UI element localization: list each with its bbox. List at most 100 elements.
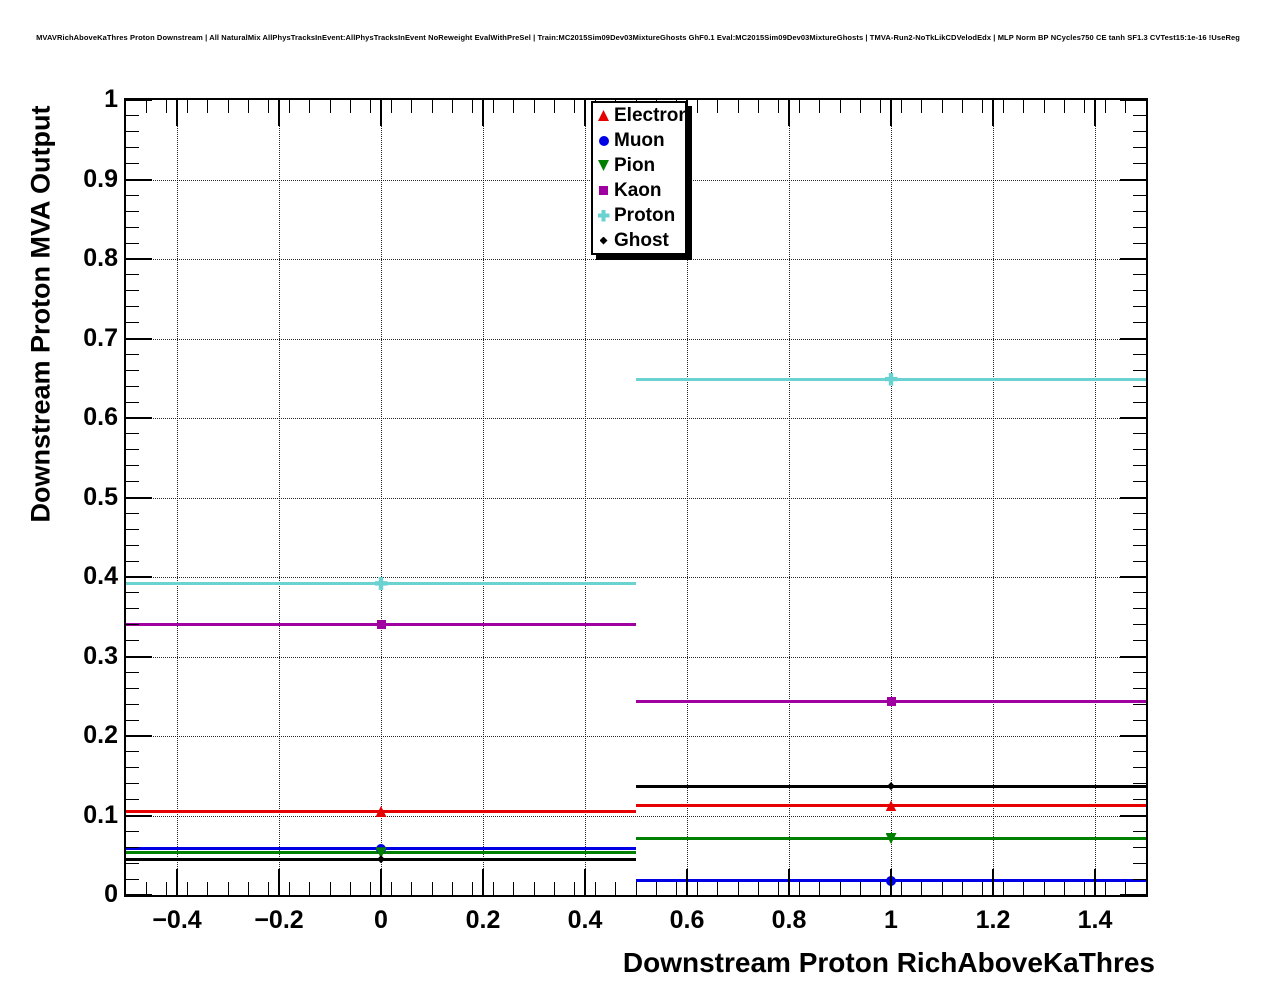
legend-row: Proton — [593, 203, 685, 228]
x-tick-top — [248, 100, 249, 113]
x-tick — [380, 869, 382, 895]
y-tick — [126, 751, 139, 752]
y-tick — [126, 497, 152, 499]
y-tick-right — [1133, 163, 1146, 164]
y-tick — [126, 179, 152, 181]
legend-row: Electron — [593, 103, 685, 128]
x-tick-top — [289, 100, 290, 113]
x-tick — [942, 882, 943, 895]
y-tick — [126, 99, 152, 101]
x-tick-top — [1003, 100, 1004, 113]
y-tick-right — [1133, 290, 1146, 291]
x-tick-top — [432, 100, 433, 113]
y-tick-right — [1133, 767, 1146, 768]
x-tick — [1064, 882, 1065, 895]
x-tick — [370, 882, 371, 895]
y-tick — [126, 688, 139, 689]
y-tick — [126, 147, 139, 148]
x-tick — [228, 882, 229, 895]
x-tick — [1084, 882, 1085, 895]
y-tick — [126, 163, 139, 164]
root-canvas: { "header": { "title": "MVAVRichAboveKaT… — [0, 0, 1276, 996]
x-tick — [309, 882, 310, 895]
y-tick-right — [1133, 751, 1146, 752]
x-tick — [248, 882, 249, 895]
x-tick-top — [880, 100, 881, 113]
legend-row: Kaon — [593, 178, 685, 203]
x-tick — [411, 882, 412, 895]
x-tick-label: 0.4 — [568, 906, 603, 935]
legend-label: Pion — [614, 156, 655, 175]
x-tick — [268, 882, 269, 895]
y-tick-label: 0 — [38, 880, 118, 909]
legend-label: Ghost — [614, 231, 669, 250]
x-tick-top — [860, 100, 861, 113]
x-tick-top — [738, 100, 739, 113]
marker-proton — [375, 577, 388, 590]
x-tick — [1094, 869, 1096, 895]
legend-marker-proton — [598, 210, 610, 222]
x-tick — [676, 882, 677, 895]
plot-title: MVAVRichAboveKaThres Proton Downstream |… — [0, 33, 1276, 42]
x-tick — [880, 882, 881, 895]
x-tick-top — [370, 100, 371, 113]
marker-ghost — [377, 855, 385, 863]
v-gridline — [687, 100, 688, 895]
y-tick — [126, 624, 139, 625]
y-tick-right — [1120, 815, 1146, 817]
y-tick-right — [1120, 179, 1146, 181]
x-tick-top — [584, 100, 586, 126]
x-tick-label: 0.6 — [670, 906, 705, 935]
y-tick-label: 0.2 — [38, 721, 118, 750]
y-tick-right — [1133, 783, 1146, 784]
y-tick-right — [1133, 608, 1146, 609]
x-tick-top — [411, 100, 412, 113]
y-tick — [126, 338, 152, 340]
x-tick-top — [942, 100, 943, 113]
y-tick-right — [1133, 799, 1146, 800]
x-tick — [890, 869, 892, 895]
y-tick — [126, 529, 139, 530]
y-tick-right — [1133, 449, 1146, 450]
x-tick-top — [819, 100, 820, 113]
x-tick — [350, 882, 351, 895]
y-tick — [126, 402, 139, 403]
x-tick-label: 0 — [374, 906, 388, 935]
y-tick-right — [1133, 513, 1146, 514]
y-tick — [126, 815, 152, 817]
y-tick — [126, 449, 139, 450]
x-tick — [1044, 882, 1045, 895]
x-tick-top — [1023, 100, 1024, 113]
marker-proton — [885, 373, 898, 386]
x-tick-label: 0.8 — [772, 906, 807, 935]
x-tick-top — [921, 100, 922, 113]
v-gridline — [381, 100, 382, 895]
legend-marker-cell — [593, 160, 614, 171]
x-tick — [574, 882, 575, 895]
y-tick — [126, 879, 139, 880]
v-gridline — [993, 100, 994, 895]
y-tick-right — [1133, 481, 1146, 482]
x-tick-top — [901, 100, 902, 113]
v-gridline — [177, 100, 178, 895]
y-tick — [126, 592, 139, 593]
x-tick-top — [840, 100, 841, 113]
y-tick — [126, 783, 139, 784]
x-tick-label: 1.4 — [1078, 906, 1113, 935]
y-tick — [126, 211, 139, 212]
y-tick-label: 0.3 — [38, 642, 118, 671]
x-tick-label: 0.2 — [466, 906, 501, 935]
y-tick-right — [1133, 704, 1146, 705]
y-tick-right — [1120, 656, 1146, 658]
y-tick — [126, 370, 139, 371]
v-gridline — [279, 100, 280, 895]
y-tick-right — [1133, 322, 1146, 323]
legend-label: Kaon — [614, 181, 662, 200]
x-tick — [758, 882, 759, 895]
x-tick — [962, 882, 963, 895]
y-tick — [126, 274, 139, 275]
y-tick — [126, 417, 152, 419]
x-tick — [860, 882, 861, 895]
y-tick — [126, 131, 139, 132]
x-tick-top — [1064, 100, 1065, 113]
